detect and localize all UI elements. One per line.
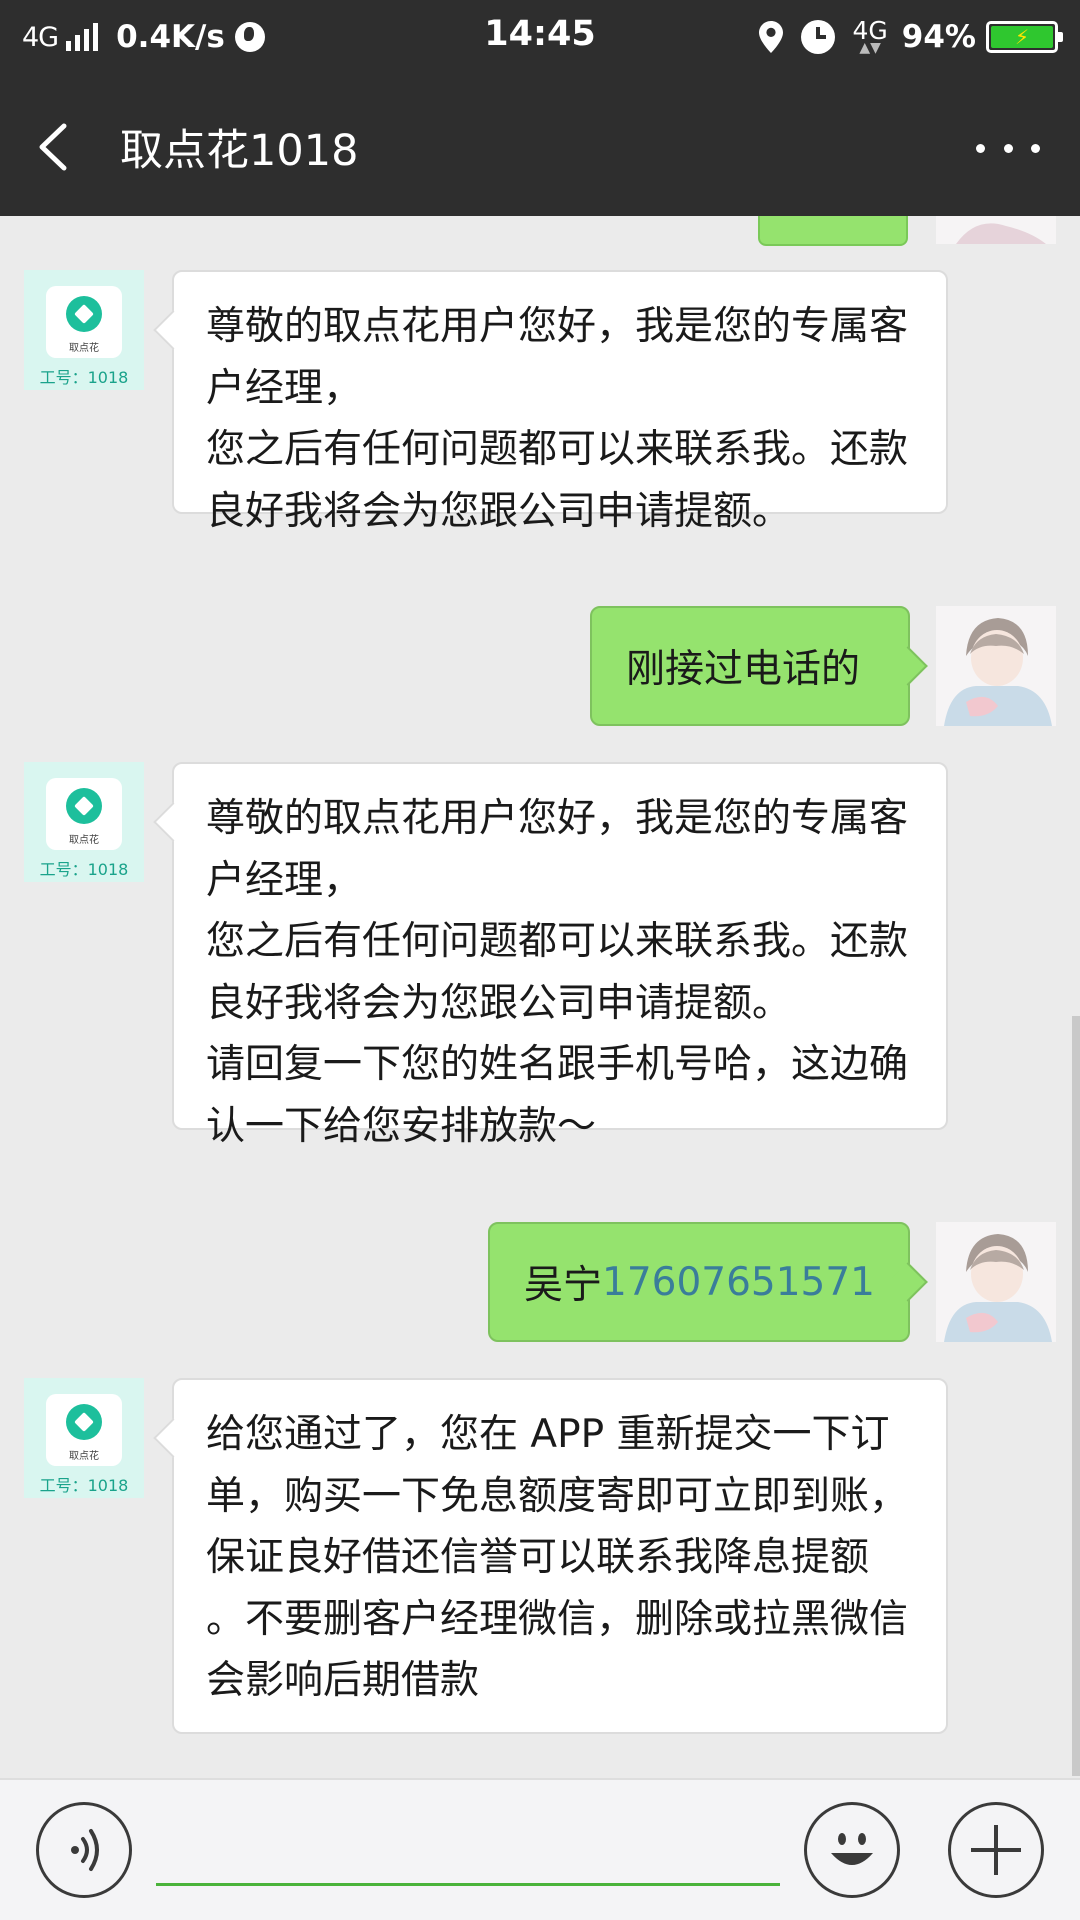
employee-number: 工号：1018 <box>39 368 129 387</box>
more-dots-icon <box>976 143 985 153</box>
status-right: 4G ▲▼ 94% ⚡ <box>758 14 1063 60</box>
user-avatar[interactable] <box>936 1222 1056 1342</box>
app-logo: 取点花 <box>46 1394 122 1466</box>
voice-icon <box>71 1829 99 1871</box>
emoji-button[interactable] <box>804 1802 900 1898</box>
app-logo: 取点花 <box>46 778 122 850</box>
partial-outgoing-bubble <box>758 216 908 246</box>
logo-icon <box>66 296 102 332</box>
network-type-secondary: 4G ▲▼ <box>852 16 888 56</box>
top-bar: 4G 0.4K/s 14:45 4G ▲▼ 94% ⚡ 取点花1018 <box>0 0 1080 216</box>
user-avatar-icon <box>936 606 1056 726</box>
contact-name: 吴宁 <box>524 1263 603 1308</box>
chevron-left-icon <box>39 123 67 171</box>
message-input[interactable] <box>156 1820 780 1886</box>
user-avatar-partial <box>936 216 1056 244</box>
employee-number: 工号：1018 <box>39 1476 129 1495</box>
service-avatar[interactable]: 取点花 工号：1018 <box>24 1378 144 1498</box>
incoming-message[interactable]: 尊敬的取点花用户您好，我是您的专属客户经理， 您之后有任何问题都可以来联系我。还… <box>172 762 948 1149</box>
app-logo: 取点花 <box>46 286 122 358</box>
battery-icon: ⚡ <box>986 21 1063 53</box>
logo-icon <box>66 788 102 824</box>
scrollbar[interactable] <box>1072 1016 1080 1776</box>
logo-icon <box>66 1404 102 1440</box>
outgoing-message[interactable]: 吴宁 17607651571 <box>488 1222 910 1342</box>
service-avatar[interactable]: 取点花 工号：1018 <box>24 762 144 882</box>
more-button[interactable] <box>976 118 1040 178</box>
input-bar <box>0 1778 1080 1920</box>
user-avatar-icon <box>936 1222 1056 1342</box>
title-bar: 取点花1018 <box>0 76 1080 216</box>
chat-title: 取点花1018 <box>120 126 359 176</box>
battery-percent: 94% <box>901 19 976 55</box>
outgoing-message[interactable]: 刚接过电话的 <box>590 606 910 726</box>
incoming-message[interactable]: 尊敬的取点花用户您好，我是您的专属客户经理， 您之后有任何问题都可以来联系我。还… <box>172 270 948 534</box>
status-bar: 4G 0.4K/s 14:45 4G ▲▼ 94% ⚡ <box>0 0 1080 76</box>
plus-icon <box>971 1825 1021 1875</box>
emoji-icon <box>831 1833 873 1865</box>
service-avatar[interactable]: 取点花 工号：1018 <box>24 270 144 390</box>
plus-button[interactable] <box>948 1802 1044 1898</box>
voice-button[interactable] <box>36 1802 132 1898</box>
incoming-message[interactable]: 给您通过了，您在 APP 重新提交一下订单，购买一下免息额度寄即可立即到账，保证… <box>172 1378 948 1734</box>
location-icon <box>758 21 783 53</box>
back-button[interactable] <box>30 112 90 182</box>
alarm-icon <box>800 20 835 54</box>
employee-number: 工号：1018 <box>39 860 129 879</box>
user-avatar[interactable] <box>936 606 1056 726</box>
phone-number-link[interactable]: 17607651571 <box>602 1260 875 1305</box>
chat-area[interactable]: 取点花 工号：1018 尊敬的取点花用户您好，我是您的专属客户经理， 您之后有任… <box>0 216 1080 1778</box>
